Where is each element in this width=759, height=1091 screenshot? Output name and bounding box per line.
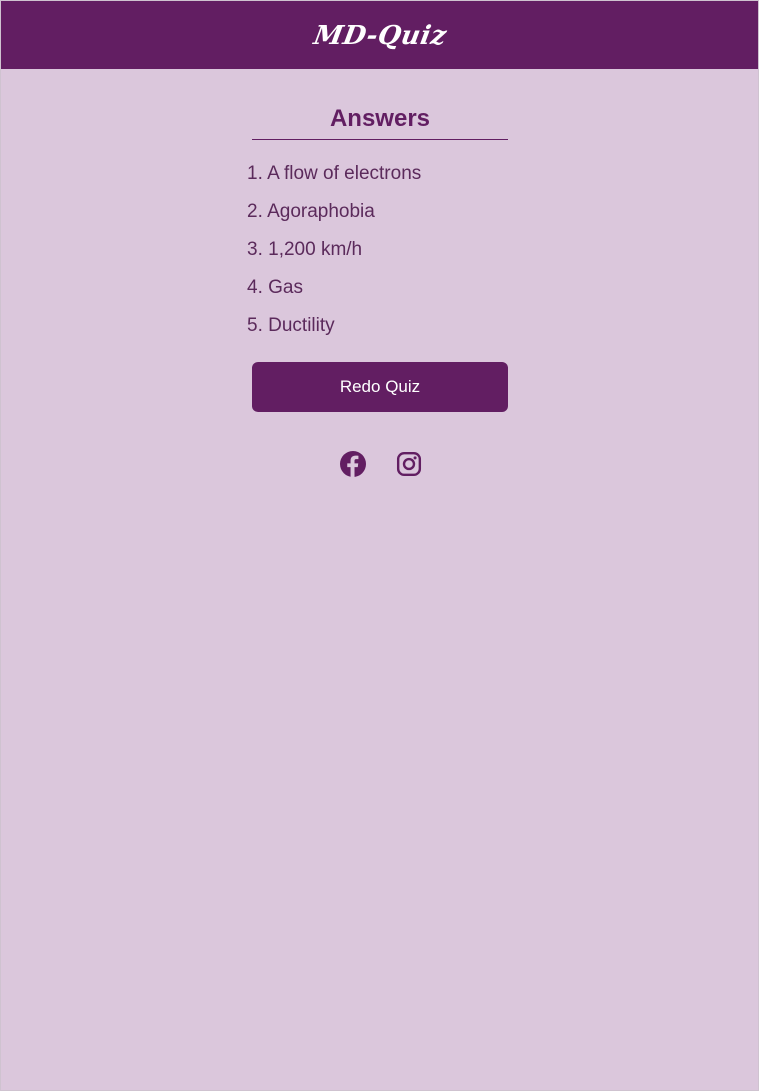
facebook-icon-glyph xyxy=(340,451,366,477)
answer-item-1: 1. A flow of electrons xyxy=(247,163,422,184)
answer-item-4: 4. Gas xyxy=(247,277,303,298)
instagram-icon-glyph xyxy=(396,451,422,477)
title-underline xyxy=(252,139,508,140)
redo-quiz-button[interactable]: Redo Quiz xyxy=(252,362,508,412)
answer-item-2: 2. Agoraphobia xyxy=(247,201,375,222)
facebook-icon[interactable] xyxy=(340,451,366,477)
site-logo[interactable]: MD-Quiz xyxy=(312,21,450,51)
answer-list: 1. A flow of electrons 2. Agoraphobia 3.… xyxy=(247,162,421,352)
answer-item-3: 3. 1,200 km/h xyxy=(247,239,363,260)
page-title: Answers xyxy=(329,105,431,132)
instagram-icon[interactable] xyxy=(396,451,422,477)
site-header: MD-Quiz xyxy=(1,1,758,69)
answer-item-5: 5. Ductility xyxy=(247,315,335,336)
